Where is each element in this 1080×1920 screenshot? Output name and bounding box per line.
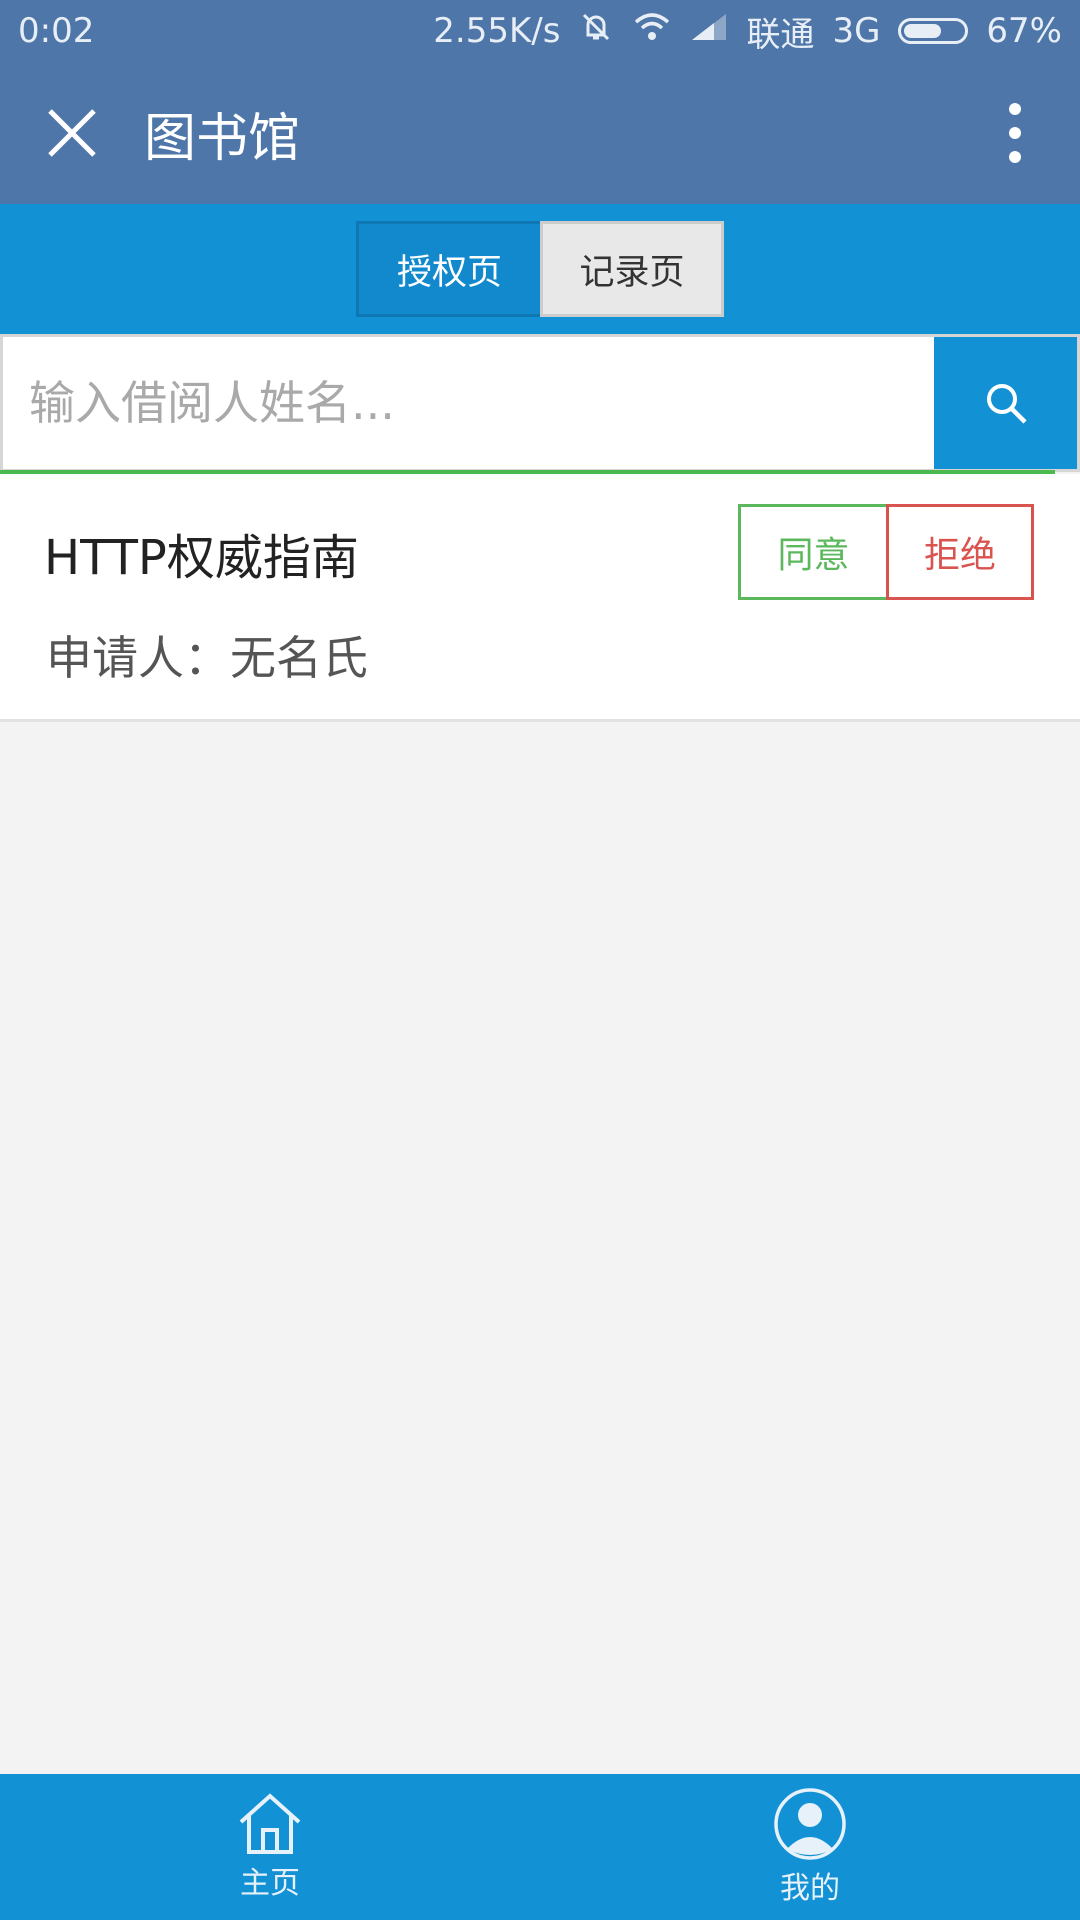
tabs: 授权页 记录页 bbox=[356, 221, 724, 317]
nav-home-label: 主页 bbox=[240, 1866, 300, 1901]
signal-icon bbox=[690, 11, 728, 51]
more-vert-icon bbox=[1009, 103, 1021, 163]
close-button[interactable] bbox=[0, 62, 144, 204]
request-actions: 同意 拒绝 bbox=[738, 504, 1034, 600]
nav-mine[interactable]: 我的 bbox=[540, 1774, 1080, 1920]
tab-records[interactable]: 记录页 bbox=[540, 221, 724, 317]
status-right: 2.55K/s 联通 3G 67% bbox=[433, 7, 1062, 56]
tab-authorize[interactable]: 授权页 bbox=[356, 221, 540, 317]
book-title: HTTP权威指南 bbox=[44, 530, 359, 586]
request-card: HTTP权威指南 同意 拒绝 申请人：无名氏 bbox=[0, 474, 1080, 722]
bottom-nav: 主页 我的 bbox=[0, 1774, 1080, 1920]
page-title: 图书馆 bbox=[144, 108, 301, 169]
search-row bbox=[0, 334, 1080, 472]
wifi-icon bbox=[632, 10, 672, 53]
search-icon bbox=[986, 384, 1027, 424]
applicant-name: 申请人：无名氏 bbox=[46, 631, 368, 685]
search-input[interactable] bbox=[0, 334, 934, 472]
close-icon bbox=[48, 109, 96, 157]
status-bar: 0:02 2.55K/s 联通 3G 67% bbox=[0, 0, 1080, 62]
tab-bar: 授权页 记录页 bbox=[0, 204, 1080, 334]
agree-button[interactable]: 同意 bbox=[738, 504, 886, 600]
user-avatar-icon bbox=[774, 1788, 846, 1860]
home-icon bbox=[239, 1793, 301, 1854]
reject-button[interactable]: 拒绝 bbox=[886, 504, 1034, 600]
more-menu-button[interactable] bbox=[950, 62, 1080, 204]
silent-bell-icon bbox=[578, 9, 614, 54]
battery-icon bbox=[898, 18, 969, 44]
app-header: 图书馆 bbox=[0, 62, 1080, 204]
search-button[interactable] bbox=[934, 334, 1080, 472]
network-type: 3G bbox=[832, 11, 881, 51]
battery-fill bbox=[904, 24, 942, 38]
nav-home[interactable]: 主页 bbox=[0, 1774, 540, 1920]
carrier: 联通 bbox=[746, 14, 815, 55]
nav-mine-label: 我的 bbox=[780, 1871, 840, 1906]
status-time: 0:02 bbox=[18, 11, 95, 51]
network-speed: 2.55K/s bbox=[433, 11, 561, 51]
battery-percent: 67% bbox=[986, 11, 1062, 51]
